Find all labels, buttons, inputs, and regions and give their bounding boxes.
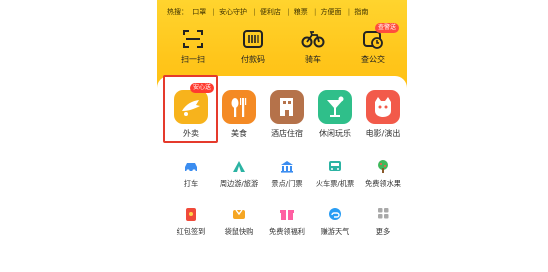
hot-item-noodles[interactable]: 方便面 bbox=[321, 8, 342, 16]
service-label: 免费领水果 bbox=[365, 179, 401, 188]
service-movie[interactable]: 电影/演出 bbox=[359, 90, 407, 139]
hotel-icon bbox=[270, 90, 304, 124]
quick-action-label: 查公交 bbox=[361, 55, 385, 64]
service-label: 赚游天气 bbox=[320, 227, 350, 236]
weather-icon bbox=[326, 206, 344, 222]
bus-icon: 查警送 bbox=[361, 23, 400, 50]
service-taxi[interactable]: 打车 bbox=[167, 158, 215, 189]
service-label: 红包签到 bbox=[176, 227, 206, 236]
separator: | bbox=[212, 8, 215, 16]
quick-action-bike[interactable]: 骑车 bbox=[287, 28, 339, 65]
service-label: 火车票/机票 bbox=[315, 179, 355, 188]
quick-action-pay-code[interactable]: 付款码 bbox=[227, 28, 279, 65]
hot-item-store[interactable]: 便利店 bbox=[260, 8, 281, 16]
cart-icon bbox=[230, 206, 248, 222]
separator: | bbox=[347, 8, 351, 16]
separator: | bbox=[253, 8, 256, 16]
service-label: 周边游/旅游 bbox=[219, 179, 259, 188]
service-more[interactable]: 更多 bbox=[359, 206, 407, 237]
quick-action-label: 付款码 bbox=[241, 55, 265, 64]
service-attractions[interactable]: 景点/门票 bbox=[263, 158, 311, 189]
bike-icon bbox=[301, 28, 325, 50]
services-card: 安心送 外卖 美食 酒店住宿 休闲玩乐 电影/演出 打车 周边游/旅游 景点/门… bbox=[157, 75, 407, 272]
hot-item-safe-guard[interactable]: 安心守护 bbox=[219, 8, 247, 16]
app-screen: 热搜： 口罩 | 安心守护 | 便利店 | 粮票 | 方便面 | 指南 扫一扫 bbox=[157, 0, 407, 272]
service-free-fruit[interactable]: 免费领水果 bbox=[359, 158, 407, 189]
quick-action-scan[interactable]: 扫一扫 bbox=[167, 28, 219, 65]
grid-icon bbox=[374, 206, 392, 222]
service-label: 酒店住宿 bbox=[271, 129, 303, 138]
hot-item-ticket[interactable]: 粮票 bbox=[294, 8, 308, 16]
utensils-icon bbox=[222, 90, 256, 124]
service-weather[interactable]: 赚游天气 bbox=[311, 206, 359, 237]
scan-icon bbox=[181, 28, 205, 50]
hot-search-bar[interactable]: 热搜： 口罩 | 安心守护 | 便利店 | 粮票 | 方便面 | 指南 bbox=[167, 7, 403, 19]
service-label: 电影/演出 bbox=[365, 129, 401, 138]
separator: | bbox=[287, 8, 290, 16]
car-icon bbox=[182, 158, 200, 174]
barcode-icon bbox=[241, 28, 265, 50]
landmark-icon bbox=[278, 158, 296, 174]
service-train-flight[interactable]: 火车票/机票 bbox=[311, 158, 359, 189]
quick-action-label: 骑车 bbox=[305, 55, 321, 64]
redpacket-icon bbox=[182, 206, 200, 222]
service-free-gift[interactable]: 免费领福利 bbox=[263, 206, 311, 237]
service-quick-buy[interactable]: 袋鼠快购 bbox=[215, 206, 263, 237]
service-label: 景点/门票 bbox=[271, 179, 303, 188]
separator: | bbox=[313, 8, 317, 16]
service-leisure[interactable]: 休闲玩乐 bbox=[311, 90, 359, 139]
train-icon bbox=[326, 158, 344, 174]
quick-action-bus[interactable]: 查警送 查公交 bbox=[347, 23, 400, 65]
service-label: 免费领福利 bbox=[269, 227, 305, 236]
service-label: 休闲玩乐 bbox=[319, 129, 351, 138]
gift-icon bbox=[278, 206, 296, 222]
takeout-highlight-box bbox=[163, 75, 218, 143]
quick-action-label: 扫一扫 bbox=[181, 55, 205, 64]
hot-label: 热搜： bbox=[167, 8, 188, 16]
cocktail-icon bbox=[318, 90, 352, 124]
service-red-packet[interactable]: 红包签到 bbox=[167, 206, 215, 237]
bus-badge: 查警送 bbox=[375, 23, 400, 33]
tree-icon bbox=[374, 158, 392, 174]
service-label: 打车 bbox=[183, 179, 199, 188]
service-label: 袋鼠快购 bbox=[224, 227, 254, 236]
service-label: 更多 bbox=[375, 227, 391, 236]
service-food[interactable]: 美食 bbox=[215, 90, 263, 139]
cat-icon bbox=[366, 90, 400, 124]
hot-item-guide[interactable]: 指南 bbox=[354, 8, 368, 16]
service-travel[interactable]: 周边游/旅游 bbox=[215, 158, 263, 189]
tent-icon bbox=[230, 158, 248, 174]
hot-item-mask[interactable]: 口罩 bbox=[192, 8, 206, 16]
service-hotel[interactable]: 酒店住宿 bbox=[263, 90, 311, 139]
service-label: 美食 bbox=[231, 129, 247, 138]
